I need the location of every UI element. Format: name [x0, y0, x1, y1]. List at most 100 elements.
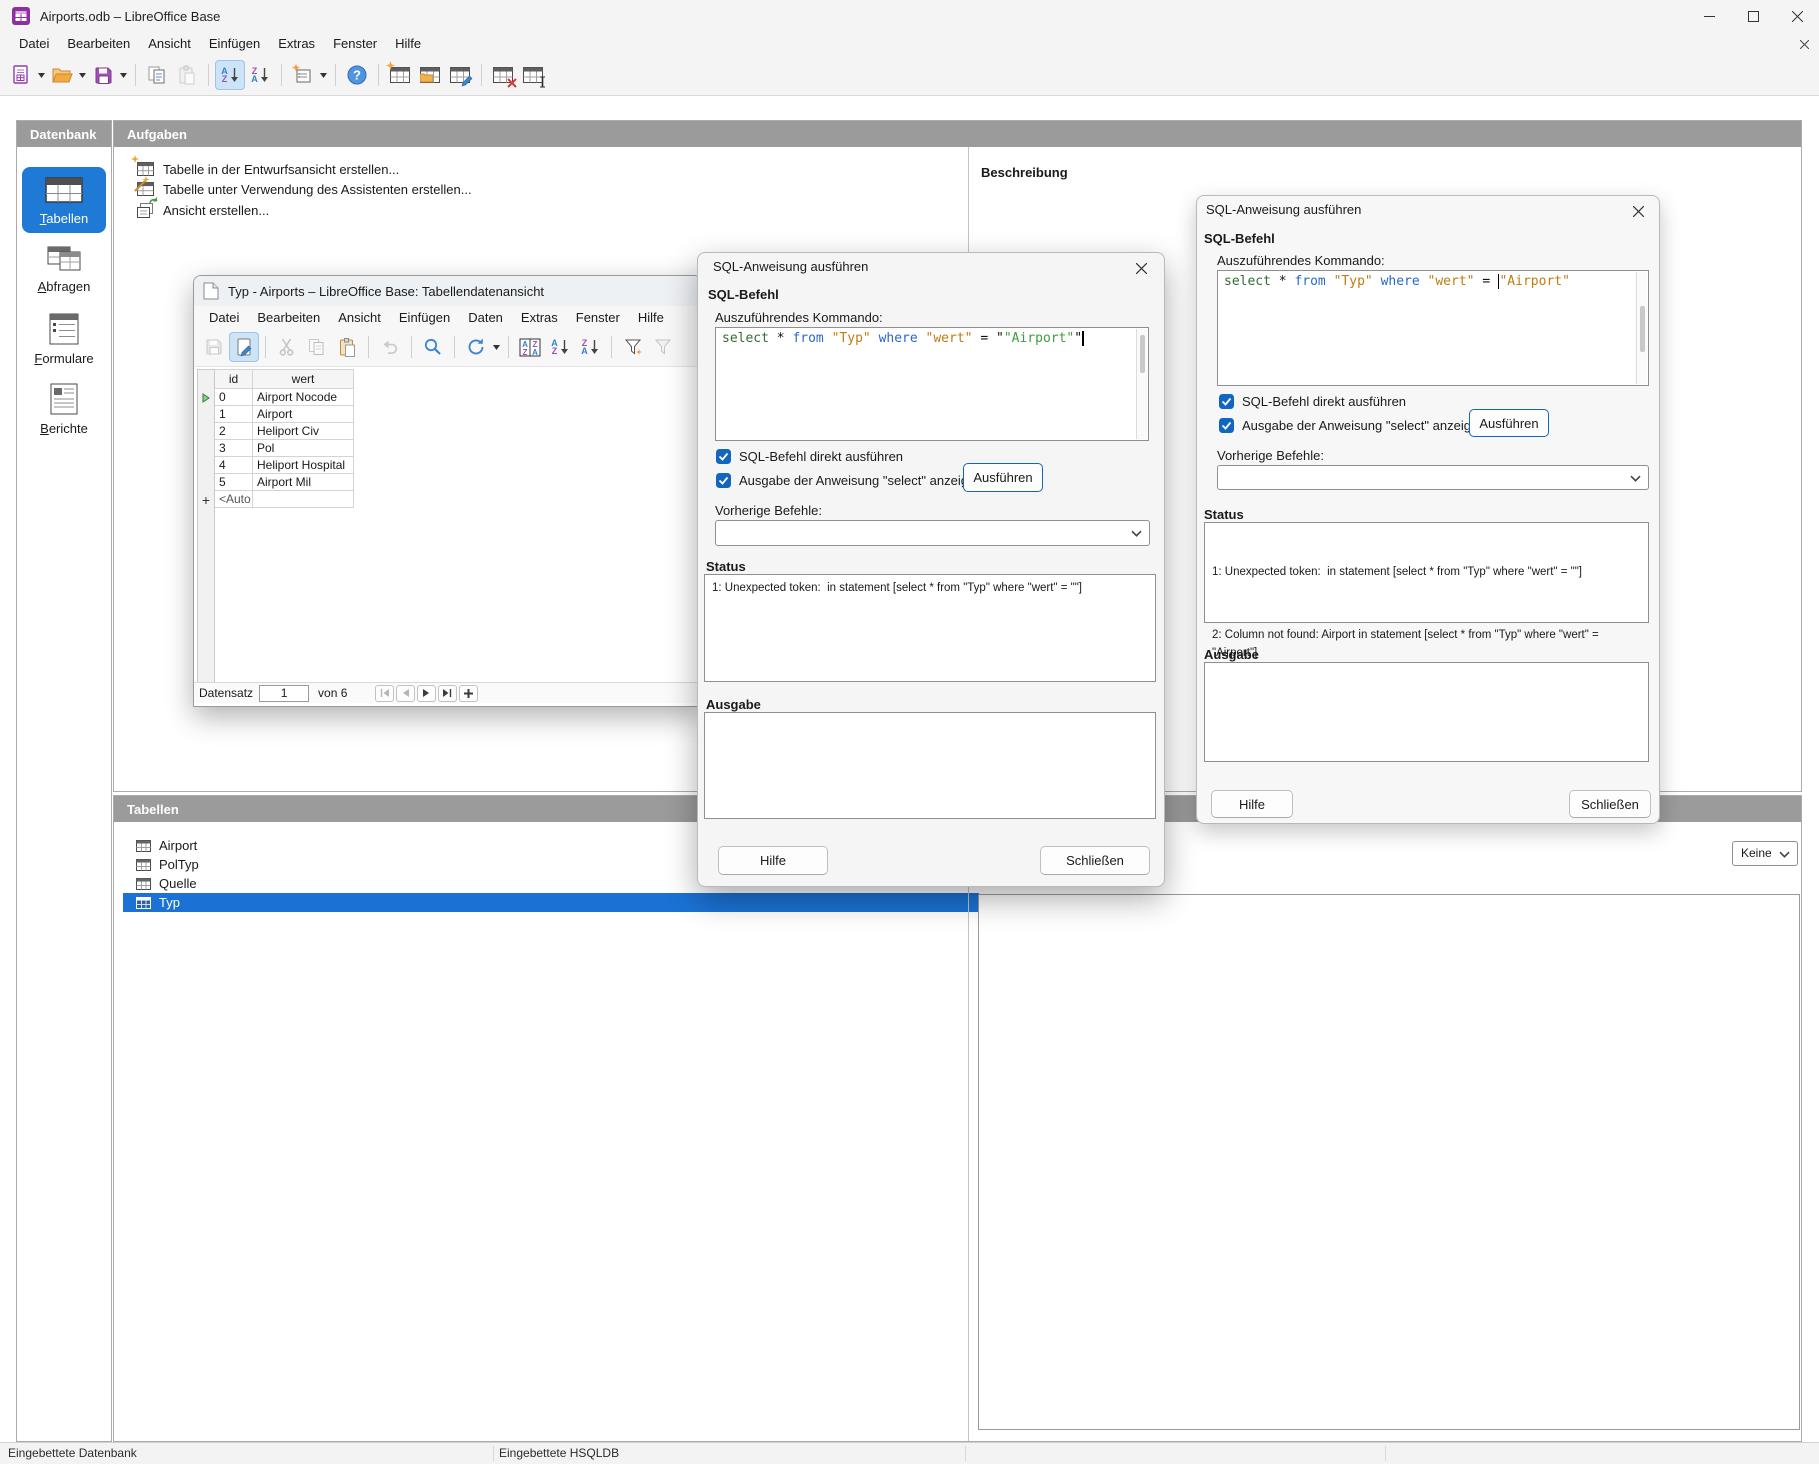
menu-extras[interactable]: Extras — [269, 33, 324, 54]
form-wizard-dropdown-icon[interactable] — [318, 60, 329, 90]
open-table-icon[interactable] — [415, 60, 445, 90]
cell-wert[interactable]: Heliport Civ — [253, 423, 354, 440]
help-icon[interactable]: ? — [342, 60, 372, 90]
open-dropdown-icon[interactable] — [77, 60, 88, 90]
task-create-view[interactable]: Ansicht erstellen... — [134, 200, 269, 220]
rename-table-icon[interactable] — [518, 60, 548, 90]
cell-wert[interactable]: Airport Nocode — [253, 389, 354, 406]
task-create-table-design[interactable]: Tabelle in der Entwurfsansicht erstellen… — [134, 159, 399, 179]
cell-wert[interactable]: Pol — [253, 440, 354, 457]
maximize-button[interactable] — [1731, 0, 1775, 32]
cell-id[interactable]: 5 — [215, 474, 253, 491]
show-output-checkbox[interactable]: Ausgabe der Anweisung "select" anzeigen — [716, 473, 982, 488]
cell-id[interactable]: 0 — [215, 389, 253, 406]
previous-commands-select[interactable] — [1217, 465, 1649, 490]
last-record-button[interactable] — [438, 685, 457, 702]
sql-command-input[interactable]: select * from "Typ" where "wert" = ""Air… — [715, 327, 1149, 441]
menu-ansicht[interactable]: Ansicht — [139, 33, 200, 54]
cell-id[interactable]: 1 — [215, 406, 253, 423]
close-dialog-button[interactable]: Schließen — [1569, 790, 1651, 818]
scrollbar[interactable] — [1136, 329, 1147, 439]
menu-bearbeiten[interactable]: Bearbeiten — [248, 307, 329, 328]
execute-button[interactable]: Ausführen — [1469, 409, 1549, 437]
paste-icon[interactable] — [172, 60, 202, 90]
sidebar-item-abfragen[interactable]: Abfragen — [22, 243, 106, 294]
column-header-id[interactable]: id — [215, 369, 253, 389]
direct-sql-checkbox[interactable]: SQL-Befehl direkt ausführen — [1219, 394, 1406, 409]
new-row-id-cell[interactable]: <Auto — [215, 491, 253, 508]
table-item-quelle[interactable]: Quelle — [136, 874, 197, 893]
edit-table-icon[interactable] — [445, 60, 475, 90]
delete-table-icon[interactable] — [488, 60, 518, 90]
help-button[interactable]: Hilfe — [1211, 790, 1293, 818]
sort-ascending-icon[interactable]: AZ — [215, 60, 245, 90]
first-record-button[interactable] — [375, 685, 394, 702]
table-item-airport[interactable]: Airport — [136, 836, 197, 855]
cut-icon[interactable] — [272, 332, 302, 362]
new-database-icon[interactable] — [6, 60, 36, 90]
cell-id[interactable]: 3 — [215, 440, 253, 457]
edit-data-icon[interactable] — [229, 332, 259, 362]
menu-hilfe[interactable]: Hilfe — [629, 307, 673, 328]
cell-wert[interactable]: Heliport Hospital — [253, 457, 354, 474]
execute-button[interactable]: Ausführen — [963, 463, 1043, 492]
cell-wert[interactable]: Airport Mil — [253, 474, 354, 491]
sort-icon[interactable]: AZZA — [515, 332, 545, 362]
next-record-button[interactable] — [417, 685, 436, 702]
save-dropdown-icon[interactable] — [118, 60, 129, 90]
save-icon[interactable] — [88, 60, 118, 90]
menu-bearbeiten[interactable]: Bearbeiten — [58, 33, 139, 54]
table-item-poltyp[interactable]: PolTyp — [136, 855, 199, 874]
menu-einfuegen[interactable]: Einfügen — [200, 33, 269, 54]
new-dropdown-icon[interactable] — [36, 60, 47, 90]
new-record-button[interactable] — [459, 685, 478, 702]
direct-sql-checkbox[interactable]: SQL-Befehl direkt ausführen — [716, 449, 903, 464]
copy-icon[interactable] — [302, 332, 332, 362]
form-wizard-icon[interactable] — [288, 60, 318, 90]
refresh-dropdown-icon[interactable] — [491, 332, 502, 362]
menu-datei[interactable]: Datei — [200, 307, 248, 328]
menu-datei[interactable]: Datei — [10, 33, 58, 54]
menu-daten[interactable]: Daten — [459, 307, 512, 328]
minimize-button[interactable] — [1687, 0, 1731, 32]
new-table-design-icon[interactable] — [385, 60, 415, 90]
open-icon[interactable] — [47, 60, 77, 90]
scrollbar[interactable] — [1636, 272, 1647, 384]
save-record-icon[interactable] — [199, 332, 229, 362]
task-create-table-wizard[interactable]: Tabelle unter Verwendung des Assistenten… — [134, 179, 472, 199]
sort-descending-icon[interactable]: ZA — [245, 60, 275, 90]
undo-icon[interactable] — [375, 332, 405, 362]
sort-ascending-icon[interactable]: AZ — [545, 332, 575, 362]
show-output-checkbox[interactable]: Ausgabe der Anweisung "select" anzeigen — [1219, 418, 1485, 433]
cell-id[interactable]: 4 — [215, 457, 253, 474]
find-record-icon[interactable] — [418, 332, 448, 362]
paste-icon[interactable] — [332, 332, 362, 362]
table-window-titlebar[interactable]: Typ - Airports – LibreOffice Base: Tabel… — [194, 276, 701, 307]
record-number-input[interactable]: 1 — [259, 685, 309, 702]
autofilter-icon[interactable] — [618, 332, 648, 362]
sidebar-item-tabellen[interactable]: Tabellen — [22, 167, 106, 233]
sidebar-item-berichte[interactable]: Berichte — [22, 383, 106, 436]
menu-fenster[interactable]: Fenster — [567, 307, 629, 328]
sidebar-item-formulare[interactable]: Formulare — [22, 313, 106, 366]
standard-filter-icon[interactable] — [648, 332, 678, 362]
close-icon[interactable] — [1126, 258, 1156, 278]
close-dialog-button[interactable]: Schließen — [1040, 846, 1150, 875]
close-document-icon[interactable] — [1795, 36, 1813, 52]
cell-id[interactable]: 2 — [215, 423, 253, 440]
copy-icon[interactable] — [142, 60, 172, 90]
menu-hilfe[interactable]: Hilfe — [386, 33, 430, 54]
menu-fenster[interactable]: Fenster — [324, 33, 386, 54]
sort-descending-icon[interactable]: ZA — [575, 332, 605, 362]
new-row-wert-cell[interactable] — [253, 491, 354, 508]
table-item-typ-selected[interactable]: Typ — [123, 893, 979, 912]
new-row-marker[interactable]: + — [197, 491, 215, 508]
cell-wert[interactable]: Airport — [253, 406, 354, 423]
column-header-wert[interactable]: wert — [253, 369, 354, 389]
previous-commands-select[interactable] — [715, 520, 1150, 546]
refresh-icon[interactable] — [461, 332, 491, 362]
previous-record-button[interactable] — [396, 685, 415, 702]
close-button[interactable] — [1775, 0, 1819, 32]
close-icon[interactable] — [1623, 201, 1653, 221]
menu-einfuegen[interactable]: Einfügen — [390, 307, 459, 328]
